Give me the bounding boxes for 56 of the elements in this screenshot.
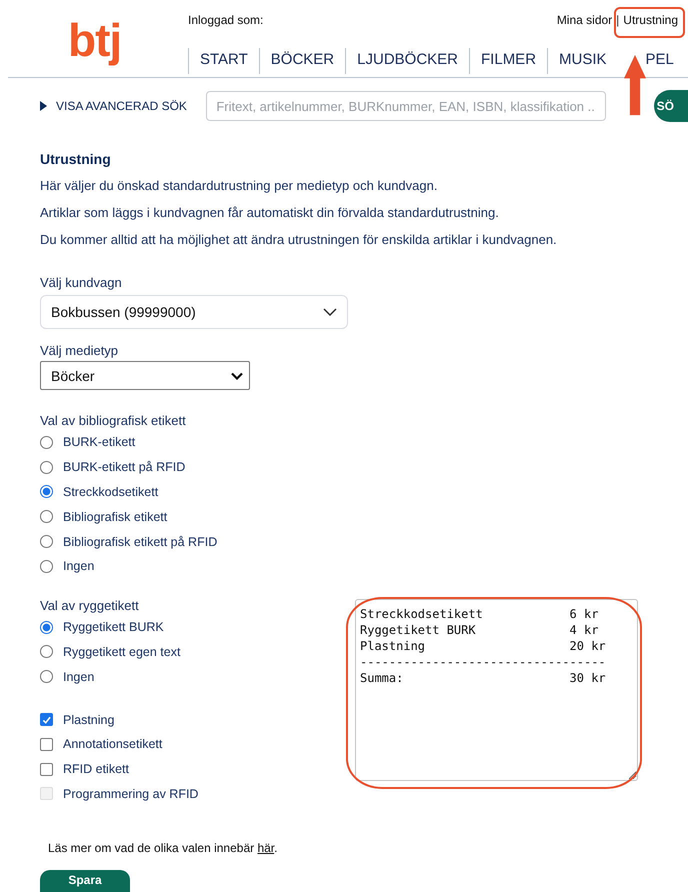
- header-link[interactable]: Mina sidor: [556, 13, 612, 27]
- nav-tab[interactable]: BÖCKER: [258, 48, 346, 74]
- field-label: Välj kundvagn: [40, 274, 123, 292]
- option-label: Bibliografisk etikett på RFID: [63, 534, 218, 549]
- option-label: Ingen: [63, 559, 94, 574]
- option-label: Programmering av RFID: [63, 786, 198, 801]
- radio-button[interactable]: [40, 485, 53, 498]
- option-label: Ingen: [63, 670, 94, 684]
- checkbox[interactable]: [40, 738, 53, 751]
- nav-tab[interactable]: START: [188, 48, 259, 74]
- option-label: BURK-etikett på RFID: [63, 460, 186, 474]
- search-button[interactable]: SÖ: [654, 90, 688, 122]
- info-link[interactable]: här: [257, 841, 274, 856]
- link-separator: |: [616, 13, 620, 27]
- radio-button[interactable]: [40, 510, 53, 524]
- option-label: Bibliografisk etikett: [63, 510, 168, 524]
- logged-in-label: Inloggad som:: [188, 13, 264, 27]
- chevron-icon: [231, 372, 243, 380]
- annotation-outline: [614, 7, 685, 38]
- nav-tab[interactable]: MUSIK: [547, 48, 618, 74]
- save-button[interactable]: Spara: [40, 870, 130, 892]
- radio-button[interactable]: [40, 645, 53, 658]
- intro-text: Artiklar som läggs i kundvagnen får automatiskt din förvalda standardutrustning.: [40, 204, 500, 222]
- option-label: Ryggetikett egen text: [63, 644, 180, 659]
- nav-tab[interactable]: PEL: [646, 48, 685, 74]
- nav-tab[interactable]: FILMER: [469, 48, 548, 74]
- radio-button[interactable]: [40, 620, 53, 634]
- option-label: Ryggetikett BURK: [63, 620, 164, 634]
- chevron-icon: [323, 308, 337, 316]
- advanced-search-toggle[interactable]: VISA AVANCERAD SÖK: [40, 99, 206, 113]
- summary-textarea[interactable]: Streckkodsetikett 6 kr Ryggetikett BURK 4 kr Plastning 20 kr ---------------------------------- Summa: 30 kr: [355, 598, 638, 781]
- media-select[interactable]: Böcker: [40, 361, 250, 390]
- radio-button[interactable]: [40, 670, 53, 684]
- checkbox[interactable]: [40, 762, 53, 776]
- radio-button[interactable]: [40, 460, 53, 474]
- intro-text: Här väljer du önskad standardutrustning per medietyp och kundvagn.: [40, 177, 438, 195]
- option-label: Annotationsetikett: [63, 737, 162, 752]
- page-title: Utrustning: [40, 150, 112, 168]
- radio-button[interactable]: [40, 436, 53, 449]
- field-label: Välj medietyp: [40, 342, 120, 360]
- option-label: Plastning: [63, 712, 114, 727]
- header-link[interactable]: Utrustning: [623, 13, 678, 27]
- intro-text: Du kommer alltid att ha möjlighet att ändra utrustningen för enskilda artiklar i kundvagnen.: [40, 231, 558, 249]
- cart-select[interactable]: Bokbussen (99999000): [40, 295, 348, 329]
- search-field[interactable]: Fritext, artikelnummer, BURKnummer, EAN, ISBN, klassifikation ...: [206, 91, 606, 121]
- radio-button[interactable]: [40, 560, 53, 573]
- group-label: Val av bibliografisk etikett: [40, 412, 187, 430]
- nav-tab[interactable]: LJUDBÖCKER: [345, 48, 470, 74]
- option-label: Streckkodsetikett: [63, 484, 158, 499]
- option-label: BURK-etikett: [63, 435, 136, 450]
- triangle-icon: [40, 101, 47, 111]
- group-label: Val av ryggetikett: [40, 596, 140, 615]
- info-text: Läs mer om vad de olika valen innebär här.: [48, 840, 278, 856]
- radio-button[interactable]: [40, 535, 53, 548]
- checkbox[interactable]: [40, 713, 53, 726]
- option-label: RFID etikett: [63, 762, 129, 776]
